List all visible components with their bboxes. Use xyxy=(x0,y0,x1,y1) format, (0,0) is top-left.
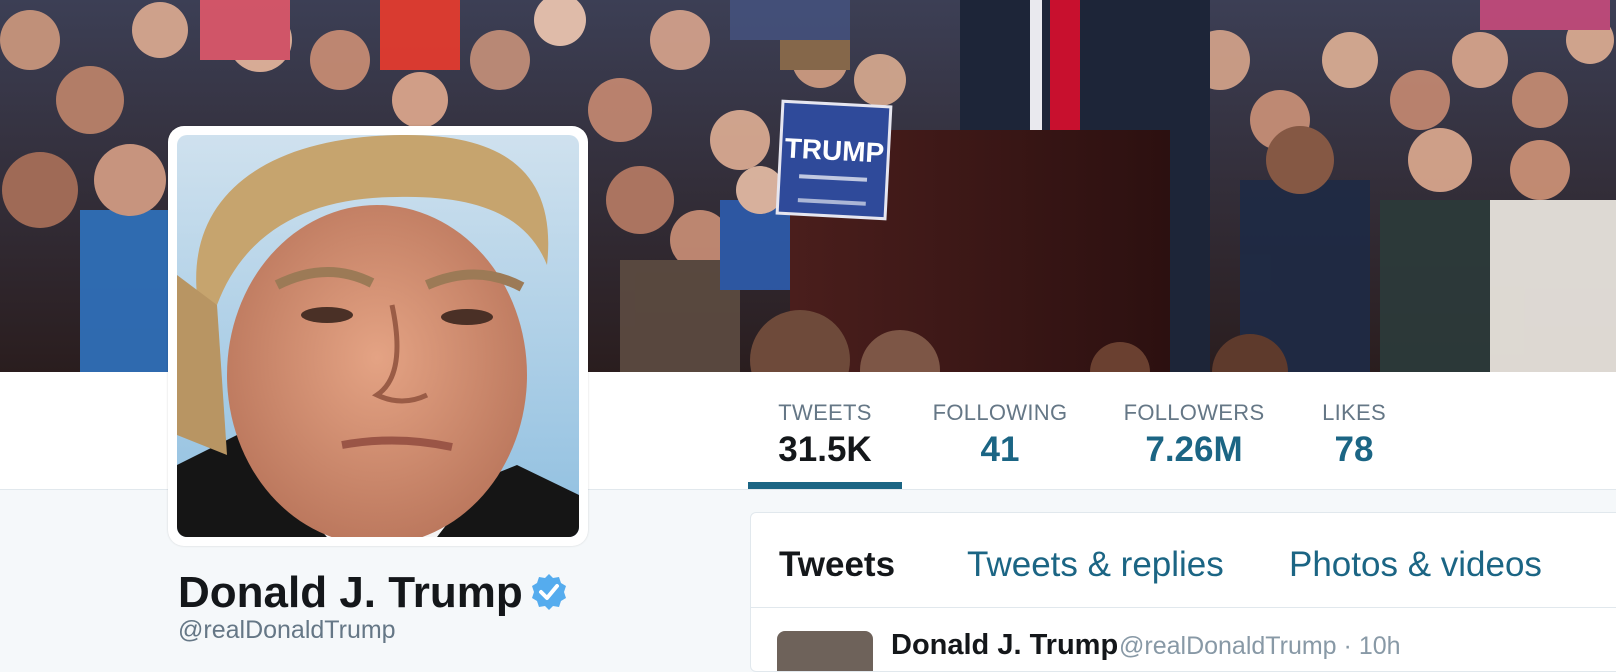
active-stat-indicator xyxy=(748,482,902,489)
stat-tweets-value: 31.5K xyxy=(778,430,872,469)
tweet-meta: @realDonaldTrump · 10h xyxy=(1119,632,1401,661)
banner-sign-text: TRUMP xyxy=(784,132,885,168)
stat-tweets[interactable]: TWEETS 31.5K xyxy=(770,400,880,470)
stat-likes-label: LIKES xyxy=(1322,400,1386,425)
avatar-image xyxy=(177,135,579,537)
stat-followers[interactable]: FOLLOWERS 7.26M xyxy=(1122,400,1266,470)
stat-likes[interactable]: LIKES 78 xyxy=(1312,400,1396,470)
stat-likes-value: 78 xyxy=(1334,430,1374,469)
tweet-timestamp[interactable]: 10h xyxy=(1359,632,1401,660)
tweet-author-name[interactable]: Donald J. Trump xyxy=(891,629,1118,662)
profile-avatar[interactable] xyxy=(168,126,588,546)
tweet-avatar[interactable] xyxy=(777,631,873,671)
verified-badge-icon xyxy=(532,574,566,610)
tweet-author-handle[interactable]: @realDonaldTrump xyxy=(1119,632,1337,660)
profile-handle[interactable]: @realDonaldTrump xyxy=(178,616,396,645)
stat-following-value: 41 xyxy=(980,430,1020,469)
tab-photos-videos[interactable]: Photos & videos xyxy=(1289,545,1542,585)
timeline-tabs: Tweets Tweets & replies Photos & videos xyxy=(751,513,1616,608)
timeline-card: Tweets Tweets & replies Photos & videos … xyxy=(750,512,1616,672)
stat-followers-value: 7.26M xyxy=(1145,430,1243,469)
stat-following-label: FOLLOWING xyxy=(932,400,1068,425)
tab-tweets-replies[interactable]: Tweets & replies xyxy=(967,545,1224,585)
profile-name: Donald J. Trump xyxy=(178,568,523,617)
stat-following[interactable]: FOLLOWING 41 xyxy=(930,400,1070,470)
tweet-meta-separator: · xyxy=(1343,632,1359,660)
stat-followers-label: FOLLOWERS xyxy=(1123,400,1265,425)
tab-tweets[interactable]: Tweets xyxy=(779,545,895,585)
stat-tweets-label: TWEETS xyxy=(778,400,872,425)
